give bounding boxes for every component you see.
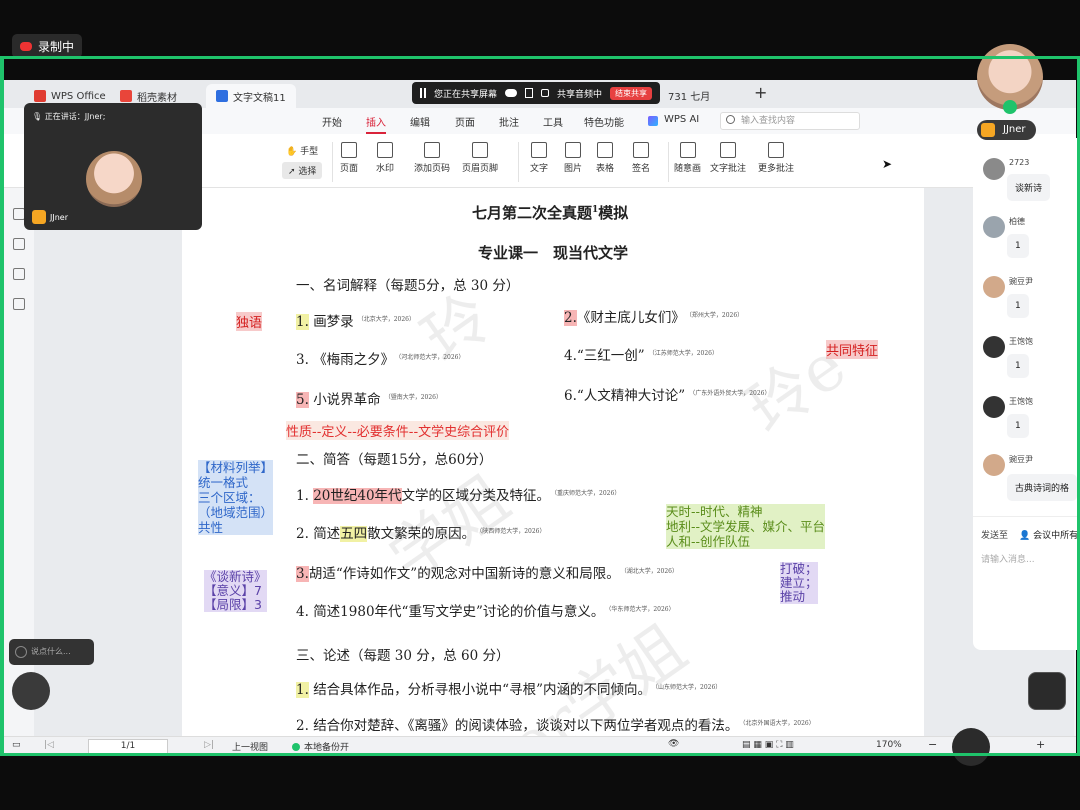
screen-share-border [0,56,1080,756]
cloud-record-icon [20,41,32,51]
recording-label: 录制中 [38,39,75,54]
screen: 录制中 WPS Office 稻壳素材 文字文稿11 您正在共享屏幕 共享音频中… [0,0,1080,810]
recording-badge: 录制中 [12,34,83,58]
